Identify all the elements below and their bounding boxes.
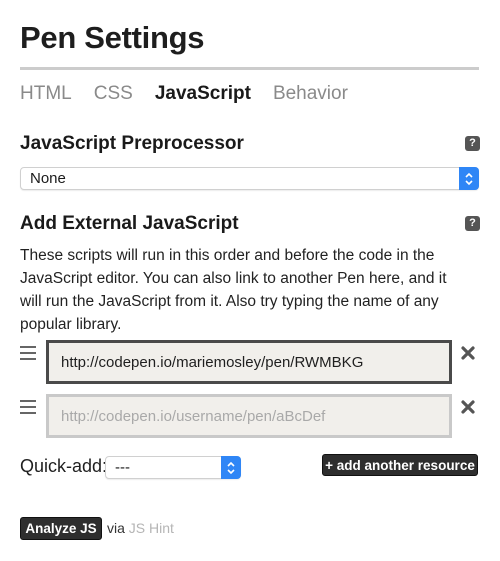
settings-tabs: HTML CSS JavaScript Behavior bbox=[20, 83, 370, 105]
drag-handle-icon[interactable] bbox=[20, 400, 36, 416]
remove-resource-icon[interactable] bbox=[460, 399, 476, 415]
preprocessor-help-icon[interactable]: ? bbox=[465, 136, 480, 151]
external-js-heading: Add External JavaScript bbox=[20, 213, 239, 234]
jshint-link[interactable]: JS Hint bbox=[129, 520, 174, 536]
page-title: Pen Settings bbox=[20, 20, 205, 55]
tab-html[interactable]: HTML bbox=[20, 83, 72, 105]
preprocessor-select-value: None bbox=[30, 170, 66, 187]
via-text: via JS Hint bbox=[107, 520, 174, 536]
quick-add-select-value: --- bbox=[115, 459, 130, 476]
tab-javascript[interactable]: JavaScript bbox=[155, 83, 251, 105]
preprocessor-heading: JavaScript Preprocessor bbox=[20, 133, 244, 154]
external-js-help-icon[interactable]: ? bbox=[465, 216, 480, 231]
preprocessor-select[interactable]: None bbox=[20, 167, 479, 190]
title-divider bbox=[20, 67, 479, 70]
quick-add-label: Quick-add: bbox=[20, 456, 108, 476]
via-label: via bbox=[107, 520, 125, 536]
drag-handle-icon[interactable] bbox=[20, 346, 36, 362]
quick-add-select[interactable]: --- bbox=[105, 456, 241, 479]
tab-css[interactable]: CSS bbox=[94, 83, 133, 105]
select-arrows-icon bbox=[459, 167, 479, 190]
resource-row bbox=[20, 394, 480, 458]
resource-input-1[interactable] bbox=[46, 340, 452, 384]
resource-input-2[interactable] bbox=[46, 394, 452, 438]
external-js-description: These scripts will run in this order and… bbox=[20, 247, 447, 333]
remove-resource-icon[interactable] bbox=[460, 345, 476, 361]
tab-behavior[interactable]: Behavior bbox=[273, 83, 348, 105]
select-arrows-icon bbox=[221, 456, 241, 479]
add-resource-button[interactable]: + add another resource bbox=[322, 454, 478, 476]
analyze-js-button[interactable]: Analyze JS bbox=[20, 517, 102, 540]
